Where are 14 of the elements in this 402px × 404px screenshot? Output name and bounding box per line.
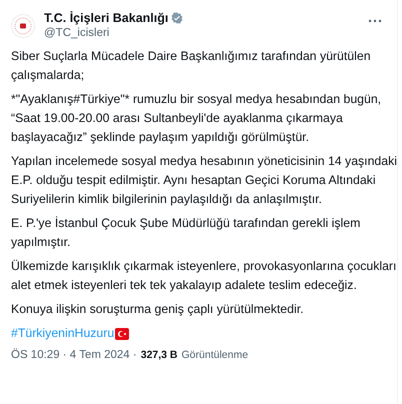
tweet-paragraph: Ülkemizde karışıklık çıkarmak isteyenlere, provokasyonlarına çocukları alet etmek isteyenleri tek tek yakalayıp adalete teslim edeceğiz. <box>11 258 396 294</box>
tweet-paragraph: Siber Suçlarla Mücadele Daire Başkanlığımız tarafından yürütülen çalışmalarda; <box>11 48 371 84</box>
flag-icon <box>115 328 130 340</box>
more-icon[interactable] <box>368 19 382 23</box>
tweet-paragraph: Yapılan incelemede sosyal medya hesabının yöneticisinin 14 yaşındaki E.P. olduğu tespit edilmiştir. Aynı hesaptan Geçici Koruma Altındaki Suriyelilerin kimlik bilgilerinin paylaşıldığı da anlaşılmıştır. <box>11 153 397 208</box>
tweet-paragraph: *"Ayaklanış#Türkiye"* rumuzlu bir sosyal medya hesabından bugün, “Saat 19.00-20.00 arası Sultanbeyli'de ayaklanma çıkarmaya başlayacağız” şeklinde paylaşım yapıldığı görülmüştür. <box>11 91 382 146</box>
account-handle[interactable]: @TC_icisleri <box>44 26 184 41</box>
view-count: 327,3 B <box>140 349 178 361</box>
post-timestamp[interactable]: ÖS 10:29 · 4 Tem 2024 · <box>11 349 137 361</box>
account-name[interactable]: T.C. İçişleri Bakanlığı <box>44 10 168 26</box>
tweet-paragraph: E. P.'ye İstanbul Çocuk Şube Müdürlüğü tarafından gerekli işlem yapılmıştır. <box>11 215 360 251</box>
emblem-icon[interactable] <box>11 14 35 38</box>
tweet-paragraph: Konuya ilişkin soruşturma geniş çaplı yürütülmektedir. <box>11 301 304 318</box>
views-label: Görüntülenme <box>182 349 248 361</box>
